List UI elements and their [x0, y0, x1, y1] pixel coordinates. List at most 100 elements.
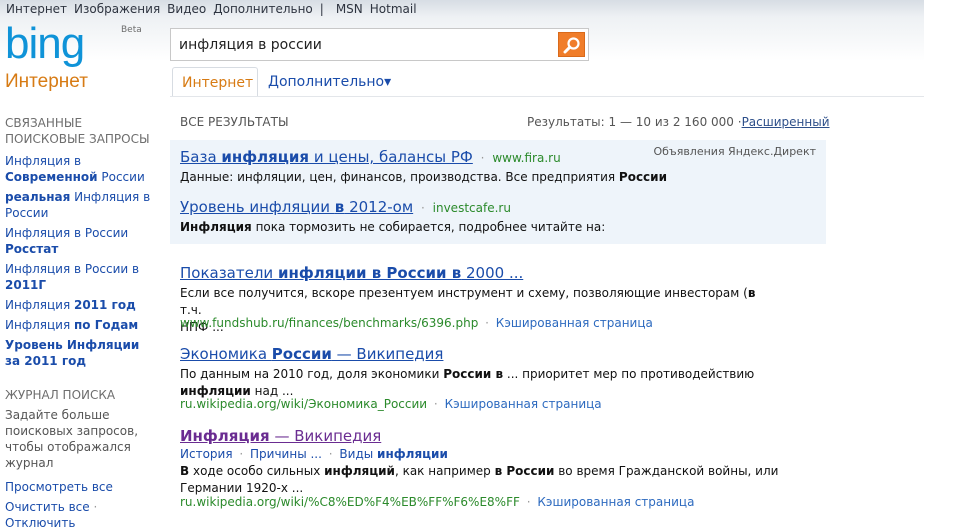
related-bold: 2011Г	[5, 278, 47, 292]
topnav-more[interactable]: Дополнительно	[213, 2, 313, 16]
sublink-dot: ·	[328, 447, 333, 461]
desc-text: ходе особо сильных	[189, 464, 325, 478]
advanced-link[interactable]: Расширенный	[742, 115, 830, 129]
related-bold: Современной	[5, 170, 98, 184]
related-text: Инфляция в России	[5, 226, 129, 240]
result-title-bold: инфляции в России в	[277, 264, 462, 282]
left-sidebar: СВЯЗАННЫЕ ПОИСКОВЫЕ ЗАПРОСЫ Инфляция в С…	[5, 115, 155, 527]
sublink-bold: инфляции	[377, 447, 448, 461]
result-title-bold: Инфляция	[180, 427, 270, 445]
desc-bold: в России	[494, 464, 555, 478]
result-url-row: www.fundshub.ru/finances/benchmarks/6396…	[180, 316, 653, 330]
cached-page-link[interactable]: Кэшированная страница	[537, 495, 694, 509]
search-input[interactable]	[179, 36, 549, 54]
sublink-text: Виды	[339, 447, 378, 461]
history-heading: ЖУРНАЛ ПОИСКА	[5, 388, 116, 402]
ad-dot: ·	[420, 201, 425, 215]
related-text: Инфляция	[5, 318, 74, 332]
disable-history-link[interactable]: Отключить	[5, 515, 155, 527]
desc-text: во время Гражданской войны, или	[554, 464, 779, 478]
related-link[interactable]: Инфляция в России в 2011Г	[5, 261, 155, 293]
topnav-video[interactable]: Видео	[167, 2, 206, 16]
topnav-msn[interactable]: MSN	[336, 2, 363, 16]
url-separator: ·	[526, 495, 531, 509]
result-title-text: 2000 ...	[461, 264, 524, 282]
result-title-link[interactable]: Экономика России — Википедия	[180, 345, 443, 363]
result-title-bold: России	[271, 345, 332, 363]
search-button[interactable]	[558, 32, 585, 57]
result-url: www.fundshub.ru/finances/benchmarks/6396…	[180, 316, 479, 330]
related-link[interactable]: Инфляция 2011 год	[5, 297, 155, 313]
result-title-link[interactable]: Показатели инфляции в России в 2000 ...	[180, 264, 523, 282]
url-separator: ·	[433, 397, 438, 411]
result-title-link[interactable]: Инфляция — Википедия	[180, 427, 381, 445]
url-separator: ·	[485, 316, 489, 330]
related-bold: Росстат	[5, 242, 59, 256]
related-link[interactable]: Уровень Инфляции за 2011 год	[5, 337, 155, 369]
tab-divider	[170, 96, 924, 97]
related-link[interactable]: Инфляция по Годам	[5, 317, 155, 333]
view-all-link[interactable]: Просмотреть все	[5, 479, 155, 495]
results-count-text: Результаты: 1 — 10 из 2 160 000 ·	[527, 115, 742, 129]
ad-title-link[interactable]: Уровень инфляции в 2012-ом	[180, 198, 413, 216]
related-link[interactable]: Инфляция в Современной России	[5, 153, 155, 185]
result-title-text: — Википедия	[331, 345, 444, 363]
desc-bold: инфляции	[180, 384, 251, 398]
related-link[interactable]: Инфляция в России Росстат	[5, 225, 155, 257]
topnav-hotmail[interactable]: Hotmail	[370, 2, 417, 16]
ad-title-bold: в	[334, 198, 345, 216]
ads-block: Объявления Яндекс.Директ База инфляция и…	[170, 140, 826, 244]
desc-text: ... приоритет мер по противодействию	[503, 367, 755, 381]
ad-url: investcafe.ru	[432, 201, 511, 215]
related-bold: Уровень Инфляции за 2011 год	[5, 338, 140, 368]
magnifier-icon	[563, 37, 580, 54]
result-sublinks: История · Причины ... · Виды инфляции	[180, 447, 448, 461]
clear-all-link[interactable]: Очистить все	[5, 500, 90, 514]
ads-label: Объявления Яндекс.Директ	[653, 145, 816, 158]
bing-logo[interactable]: bing	[5, 22, 85, 66]
desc-text: над ...	[250, 384, 294, 398]
result-title-text: Показатели	[180, 264, 278, 282]
related-link[interactable]: реальная Инфляция в России	[5, 189, 155, 221]
result-description: По данным на 2010 год, доля экономики Ро…	[180, 366, 780, 400]
sublink-types[interactable]: Виды инфляции	[339, 447, 447, 461]
ad-title-text: Уровень инфляции	[180, 198, 335, 216]
related-bold: по Годам	[73, 318, 139, 332]
sublink-history[interactable]: История	[180, 447, 233, 461]
ad-title-bold: инфляция	[221, 148, 310, 166]
topnav-internet[interactable]: Интернет	[6, 2, 67, 16]
ad-title-text: База	[180, 148, 222, 166]
sublink-dot: ·	[239, 447, 244, 461]
related-text: Инфляция в	[5, 154, 82, 168]
beta-label: Beta	[121, 25, 142, 35]
related-text: России	[97, 170, 145, 184]
clear-row: Очистить все ·	[5, 499, 155, 515]
desc-bold: В	[180, 464, 190, 478]
ad-url: www.fira.ru	[492, 151, 561, 165]
related-text: Инфляция	[5, 298, 74, 312]
section-title: Интернет	[5, 71, 88, 92]
ad-description: Данные: инфляции, цен, финансов, произво…	[180, 169, 667, 186]
ad-desc-bold: Инфляция	[180, 220, 252, 234]
ad-title-text: и цены, балансы РФ	[309, 148, 473, 166]
ad-title-link[interactable]: База инфляция и цены, балансы РФ	[180, 148, 473, 166]
result-description: В ходе особо сильных инфляций, как напри…	[180, 463, 780, 497]
top-bar: Интернет Изображения Видео Дополнительно…	[0, 0, 924, 17]
ad-item: Уровень инфляции в 2012-ом · investcafe.…	[180, 198, 511, 216]
history-text: Задайте больше поисковых запросов, чтобы…	[5, 408, 139, 470]
cached-page-link[interactable]: Кэшированная страница	[445, 397, 602, 411]
desc-bold: России в	[443, 367, 504, 381]
tab-more[interactable]: Дополнительно▾	[268, 74, 391, 90]
ad-dot: ·	[480, 151, 485, 165]
tab-internet-label: Интернет	[182, 75, 254, 91]
top-nav: Интернет Изображения Видео Дополнительно…	[6, 0, 424, 17]
result-url: ru.wikipedia.org/wiki/Экономика_России	[180, 397, 428, 411]
result-item: Инфляция — Википедия	[180, 427, 381, 445]
search-box	[170, 28, 589, 61]
sublink-causes[interactable]: Причины ...	[250, 447, 322, 461]
cached-page-link[interactable]: Кэшированная страница	[496, 316, 653, 330]
topnav-images[interactable]: Изображения	[74, 2, 160, 16]
topnav-separator: |	[319, 1, 324, 16]
related-bold: реальная	[5, 190, 71, 204]
tab-internet[interactable]: Интернет	[172, 67, 258, 97]
